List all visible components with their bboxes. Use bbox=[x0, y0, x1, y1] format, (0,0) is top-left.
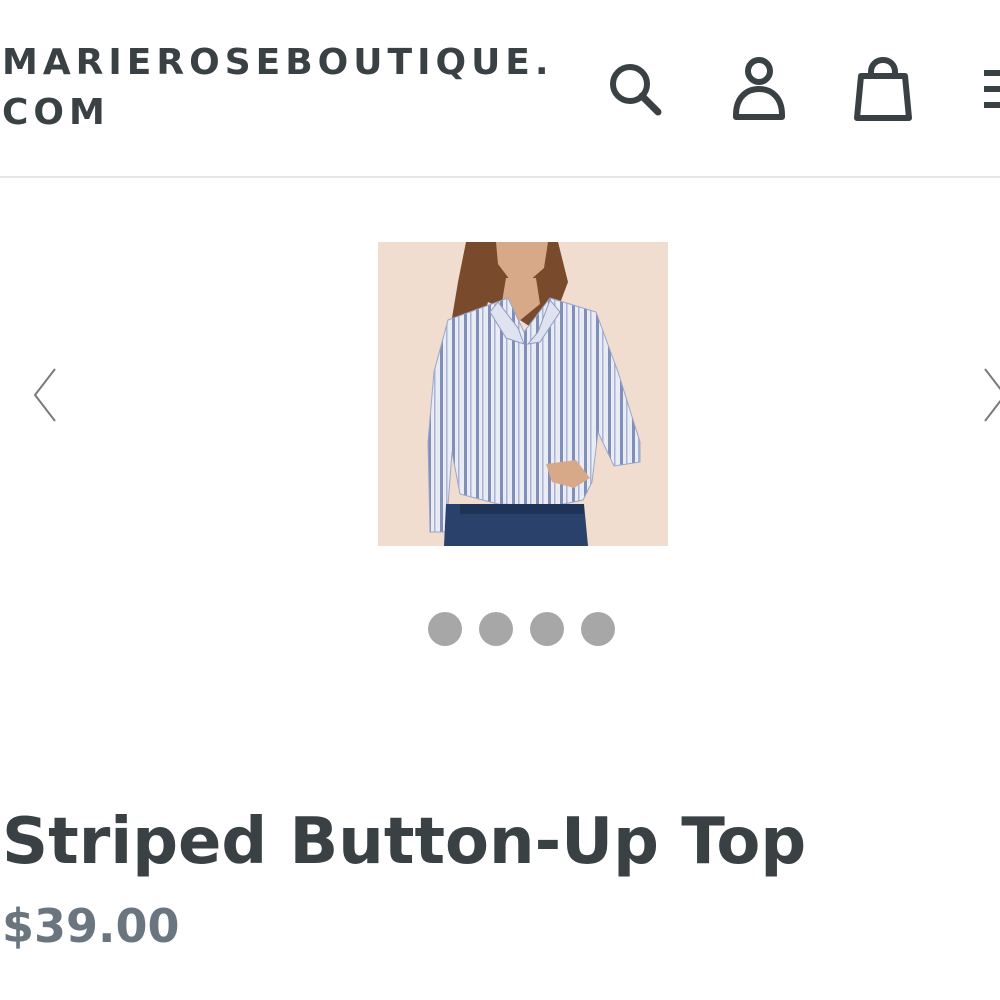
menu-icon bbox=[984, 70, 1000, 108]
product-image[interactable] bbox=[378, 242, 668, 546]
chevron-left-icon bbox=[33, 368, 56, 422]
previous-image-button[interactable] bbox=[24, 360, 64, 430]
gallery-pagination bbox=[428, 612, 615, 646]
pagination-dot-4[interactable] bbox=[581, 612, 615, 646]
product-price: $39.00 bbox=[2, 899, 180, 953]
pagination-dot-1[interactable] bbox=[428, 612, 462, 646]
product-title: Striped Button-Up Top bbox=[2, 805, 807, 879]
account-icon bbox=[733, 57, 785, 120]
chevron-right-icon bbox=[984, 368, 1000, 422]
product-gallery bbox=[0, 180, 1000, 680]
account-button[interactable] bbox=[722, 52, 796, 126]
menu-button[interactable] bbox=[968, 52, 1000, 126]
pagination-dot-2[interactable] bbox=[479, 612, 513, 646]
site-logo[interactable]: MARIEROSEBOUTIQUE. COM bbox=[2, 38, 562, 138]
search-button[interactable] bbox=[598, 52, 672, 126]
product-photo bbox=[378, 242, 668, 546]
cart-button[interactable] bbox=[846, 52, 920, 126]
brand-line-1: MARIEROSEBOUTIQUE. bbox=[2, 42, 554, 83]
pagination-dot-3[interactable] bbox=[530, 612, 564, 646]
site-header: MARIEROSEBOUTIQUE. COM bbox=[0, 0, 1000, 178]
brand-line-2: COM bbox=[2, 92, 110, 133]
cart-icon bbox=[854, 56, 912, 121]
next-image-button[interactable] bbox=[976, 360, 1000, 430]
search-icon bbox=[610, 64, 662, 116]
